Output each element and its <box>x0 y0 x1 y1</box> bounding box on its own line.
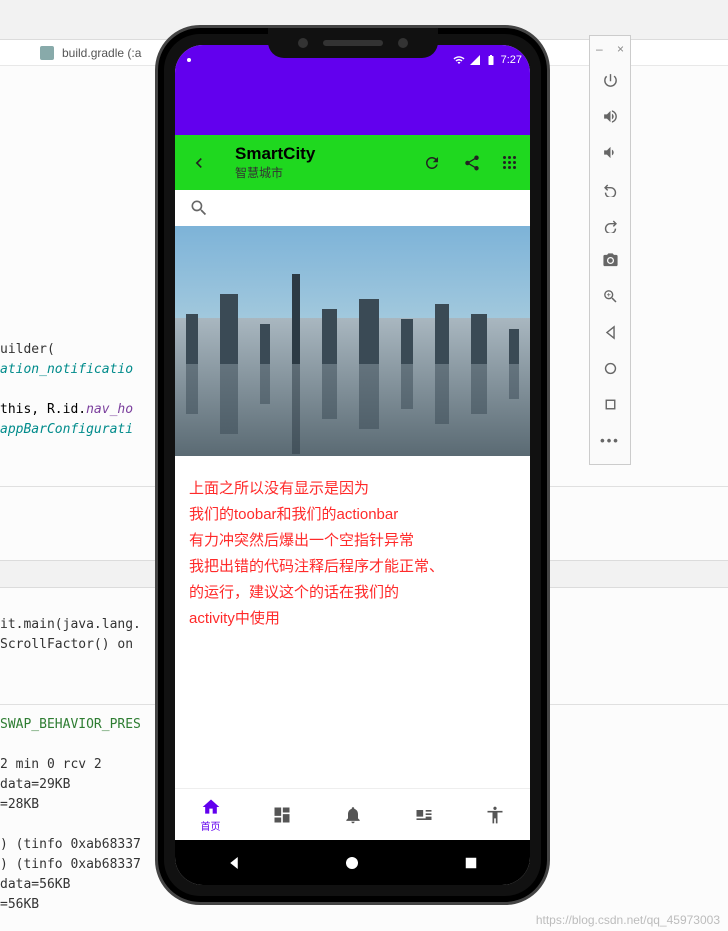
volume-down-button[interactable] <box>590 134 630 170</box>
overflow-icon[interactable] <box>503 156 516 169</box>
volume-up-button[interactable] <box>590 98 630 134</box>
ide-tab[interactable]: build.gradle (:a <box>62 46 141 60</box>
emu-more-button[interactable]: ••• <box>590 422 630 458</box>
toolbar-subtitle: 智慧城市 <box>235 164 413 181</box>
wifi-icon <box>453 54 465 66</box>
sys-home-icon[interactable] <box>343 854 361 872</box>
phone-screen: 7:27 SmartCity 智慧城市 上面之所以没有显示是因为 我们的toob… <box>175 45 530 885</box>
phone-frame: 7:27 SmartCity 智慧城市 上面之所以没有显示是因为 我们的toob… <box>155 25 550 905</box>
actionbar-area <box>175 75 530 135</box>
watermark: https://blog.csdn.net/qq_45973003 <box>536 913 720 927</box>
news-icon <box>414 805 434 825</box>
sys-overview-icon[interactable] <box>462 854 480 872</box>
app-toolbar: SmartCity 智慧城市 <box>175 135 530 190</box>
zoom-button[interactable] <box>590 278 630 314</box>
emu-back-button[interactable] <box>590 314 630 350</box>
back-icon[interactable] <box>189 153 209 173</box>
nav-accessibility[interactable] <box>459 789 530 840</box>
power-button[interactable] <box>590 62 630 98</box>
nav-dashboard[interactable] <box>246 789 317 840</box>
sys-back-icon[interactable] <box>225 854 243 872</box>
search-icon <box>189 198 209 218</box>
annotation-text: 上面之所以没有显示是因为 我们的toobar和我们的actionbar 有力冲突… <box>175 456 530 788</box>
battery-icon <box>485 54 497 66</box>
camera-button[interactable] <box>590 242 630 278</box>
share-icon[interactable] <box>463 154 481 172</box>
banner-image <box>175 226 530 456</box>
notification-dot-icon <box>183 54 195 66</box>
emu-home-button[interactable] <box>590 350 630 386</box>
nav-news[interactable] <box>388 789 459 840</box>
emulator-toolbar: – × ••• <box>589 35 631 465</box>
signal-icon <box>469 54 481 66</box>
accessibility-icon <box>485 805 505 825</box>
status-time: 7:27 <box>501 54 522 66</box>
code-snippet-3: SWAP_BEHAVIOR_PRES 2 min 0 rcv 2 data=29… <box>0 715 141 915</box>
toolbar-title: SmartCity <box>235 144 413 164</box>
bell-icon <box>343 805 363 825</box>
bottom-nav: 首页 <box>175 788 530 840</box>
gradle-icon <box>40 46 54 60</box>
nav-notifications[interactable] <box>317 789 388 840</box>
phone-notch <box>268 28 438 58</box>
emu-overview-button[interactable] <box>590 386 630 422</box>
minimize-icon[interactable]: – <box>596 42 603 56</box>
code-snippet-2: it.main(java.lang. ScrollFactor() on <box>0 615 141 655</box>
home-icon <box>201 797 221 817</box>
code-snippet-1: uilder( ation_notificatio this, R.id.nav… <box>0 340 133 440</box>
nav-home[interactable]: 首页 <box>175 789 246 840</box>
close-icon[interactable]: × <box>617 42 624 56</box>
rotate-right-button[interactable] <box>590 206 630 242</box>
search-row[interactable] <box>175 190 530 226</box>
refresh-icon[interactable] <box>423 154 441 172</box>
system-nav <box>175 840 530 885</box>
rotate-left-button[interactable] <box>590 170 630 206</box>
dashboard-icon <box>272 805 292 825</box>
